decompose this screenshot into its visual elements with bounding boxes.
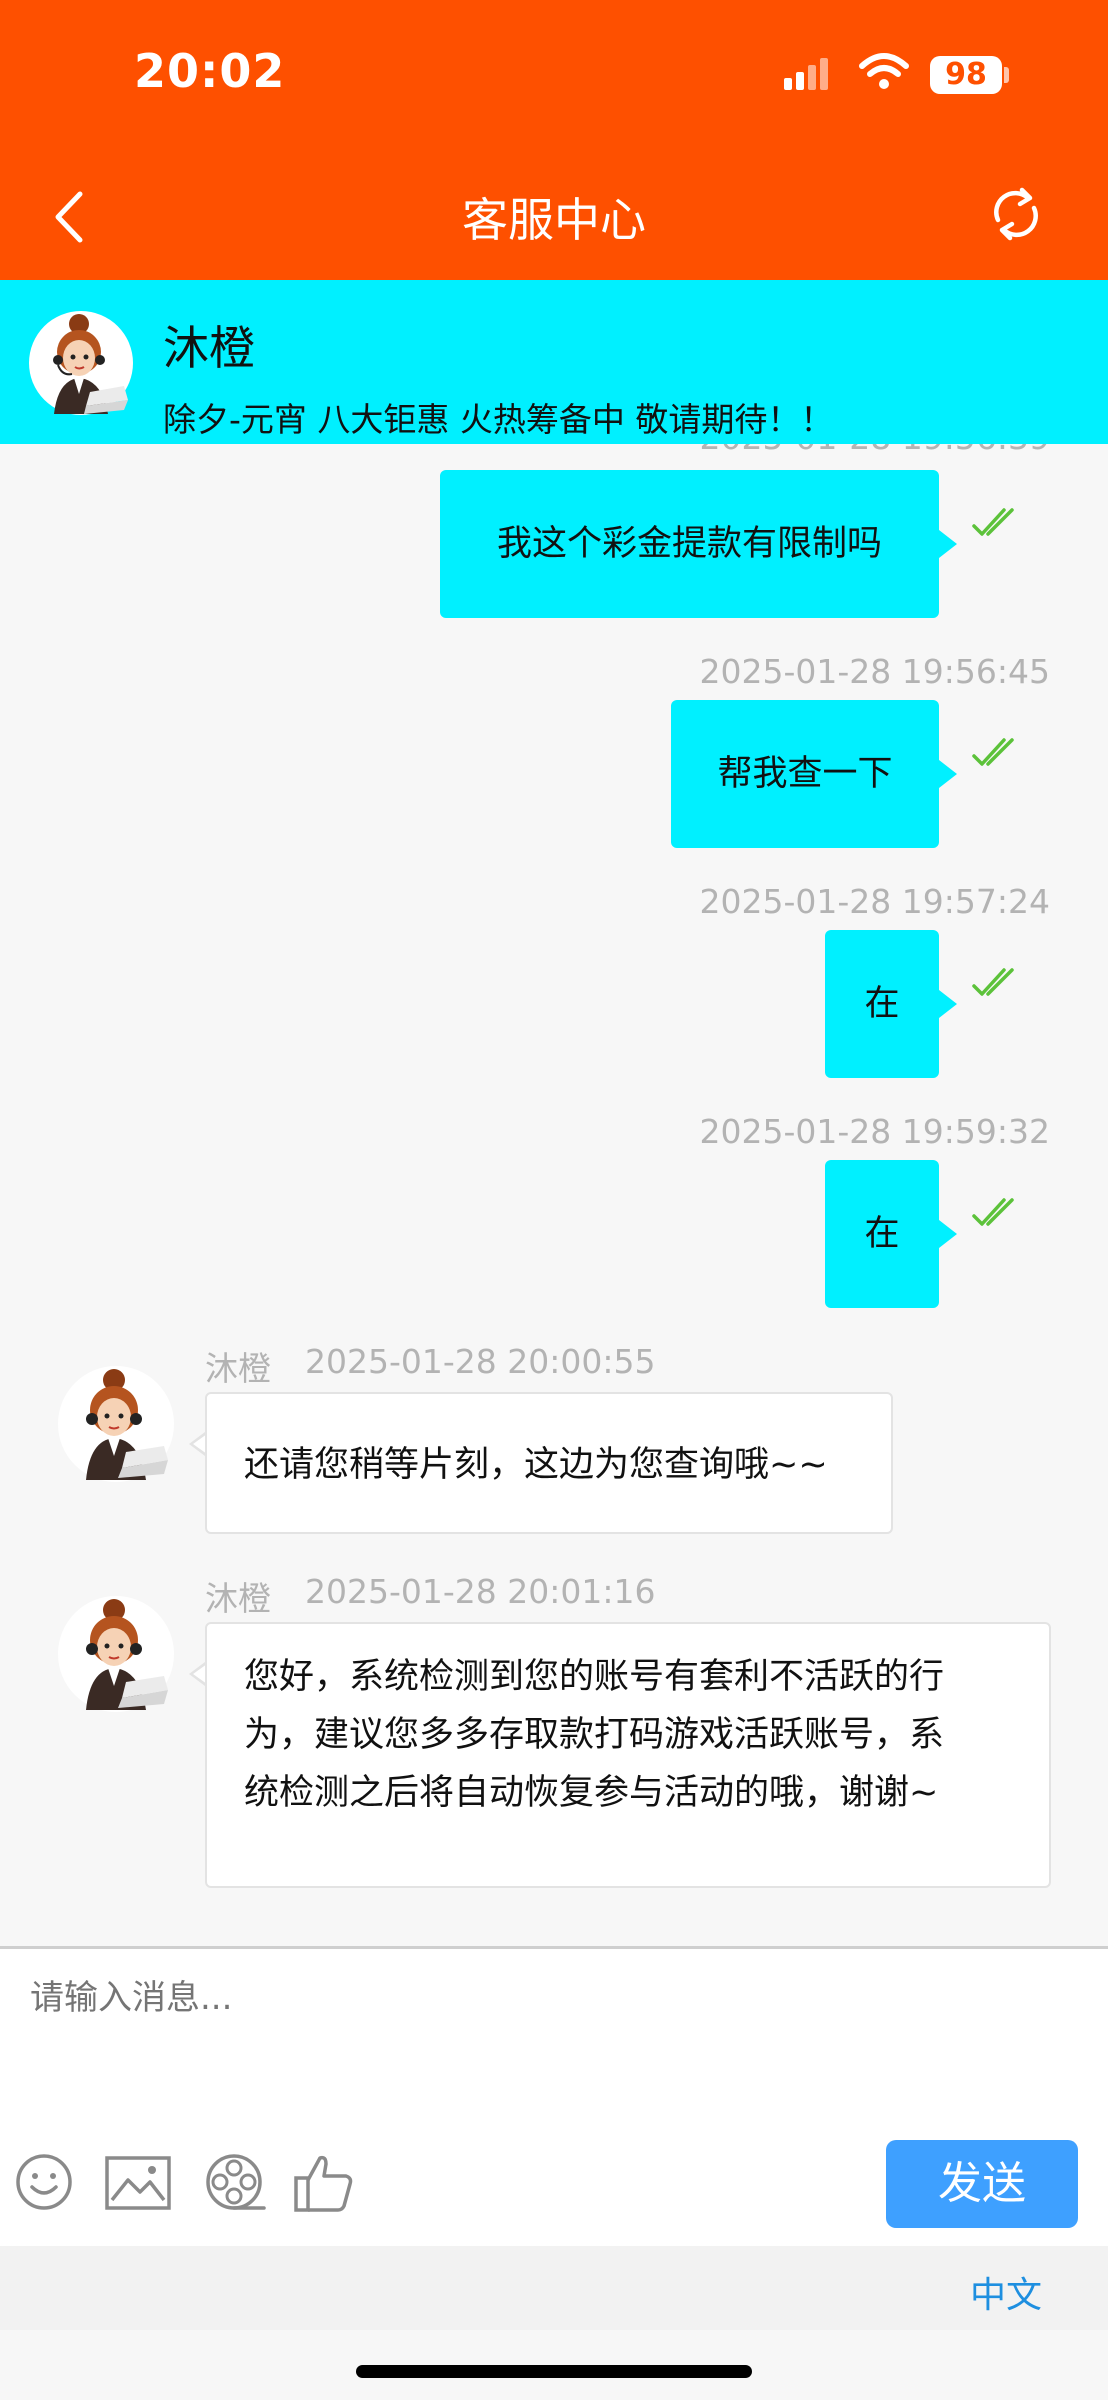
bubble-tail <box>939 1220 957 1248</box>
refresh-icon[interactable] <box>988 186 1044 242</box>
agent-avatar[interactable] <box>56 1364 176 1484</box>
language-bar <box>0 2246 1108 2330</box>
battery-cap <box>1004 67 1009 83</box>
message-time: 2025-01-28 19:56:39 <box>700 444 1050 457</box>
message-bubble[interactable]: 在 <box>825 930 939 1078</box>
chat-list[interactable]: 2025-01-28 19:56:39 我这个彩金提款有限制吗 2025-01-… <box>0 444 1108 1946</box>
read-receipt-icon <box>972 968 1014 996</box>
bubble-tail <box>939 530 957 558</box>
read-receipt-icon <box>972 738 1014 766</box>
send-button[interactable]: 发送 <box>886 2140 1078 2228</box>
announcement-text: 除夕-元宵 八大钜惠 火热筹备中 敬请期待！！ <box>163 400 834 439</box>
message-time: 2025-01-28 20:01:16 <box>305 1572 656 1611</box>
image-icon[interactable] <box>104 2152 172 2212</box>
message-input[interactable] <box>20 1960 1108 2130</box>
message-time: 2025-01-28 19:56:45 <box>699 652 1050 691</box>
wifi-icon <box>859 53 909 89</box>
agent-name: 沐橙 <box>163 321 255 375</box>
message-line: 您好，系统检测到您的账号有套利不活跃的行 <box>244 1657 945 1697</box>
status-time: 20:02 <box>134 44 286 98</box>
read-receipt-icon <box>972 508 1014 536</box>
message-line: 统检测之后将自动恢复参与活动的哦，谢谢~ <box>244 1773 939 1813</box>
page-title: 客服中心 <box>462 193 646 247</box>
message-line: 为，建议您多多存取款打码游戏活跃账号，系 <box>244 1715 945 1755</box>
emoji-icon[interactable] <box>14 2152 74 2212</box>
message-time: 2025-01-28 19:57:24 <box>699 882 1050 921</box>
message-bubble[interactable]: 在 <box>825 1160 939 1308</box>
message-time: 2025-01-28 19:59:32 <box>699 1112 1050 1151</box>
sender-name: 沐橙 <box>205 1349 271 1388</box>
message-bubble[interactable]: 帮我查一下 <box>671 700 939 848</box>
agent-avatar[interactable] <box>56 1594 176 1714</box>
bubble-tail <box>939 760 957 788</box>
agent-avatar[interactable] <box>28 310 134 416</box>
message-bubble[interactable]: 我这个彩金提款有限制吗 <box>440 470 939 618</box>
battery-level: 98 <box>930 56 1002 94</box>
home-indicator <box>356 2365 752 2378</box>
signal-icon <box>784 58 828 90</box>
language-switch[interactable]: 中文 <box>970 2266 1042 2318</box>
video-icon[interactable] <box>204 2152 268 2216</box>
message-time: 2025-01-28 20:00:55 <box>305 1342 656 1381</box>
bubble-tail <box>939 990 957 1018</box>
read-receipt-icon <box>972 1198 1014 1226</box>
thumbs-up-icon[interactable] <box>292 2150 356 2214</box>
message-bubble[interactable]: 还请您稍等片刻，这边为您查询哦~~ <box>205 1392 893 1534</box>
sender-name: 沐橙 <box>205 1579 271 1618</box>
message-bubble[interactable]: 您好，系统检测到您的账号有套利不活跃的行 为，建议您多多存取款打码游戏活跃账号，… <box>205 1622 1051 1888</box>
